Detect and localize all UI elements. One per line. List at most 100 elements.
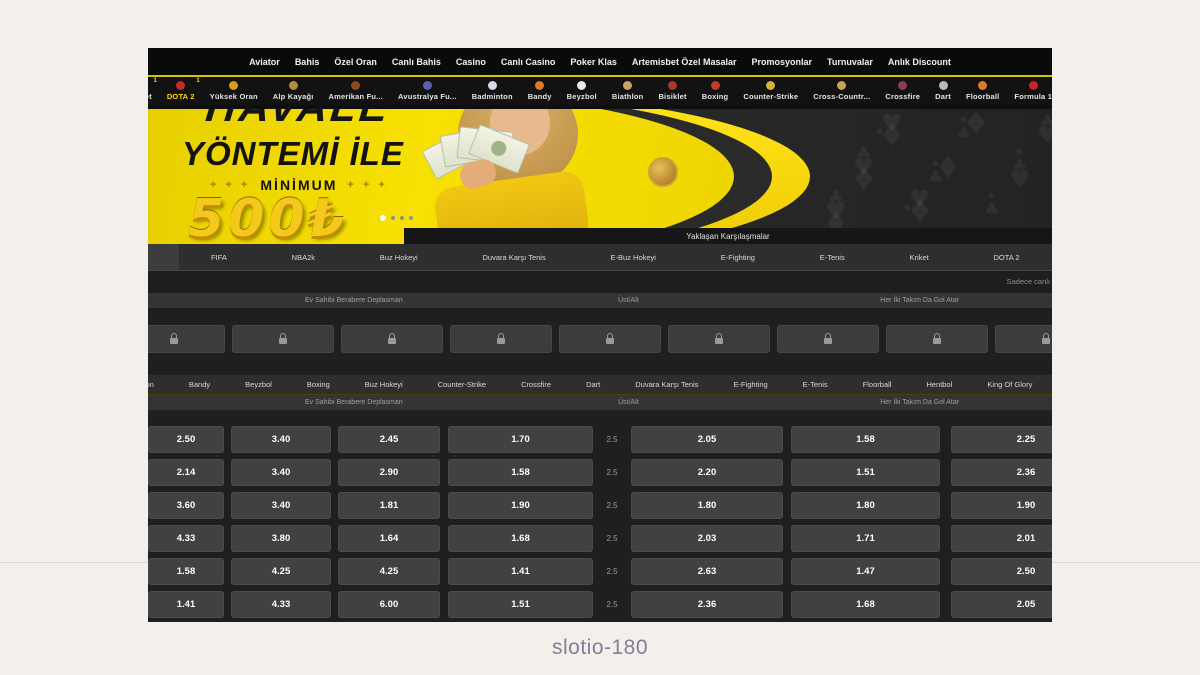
odds-btts-yes[interactable]: 1.68 (791, 591, 940, 618)
carousel-dot-2[interactable] (391, 216, 395, 220)
tab-lower-boxing[interactable]: Boxing (299, 380, 338, 389)
tab-lower-crossfire[interactable]: Crossfire (513, 380, 559, 389)
odds-home[interactable]: 1.58 (148, 558, 224, 585)
odds-away[interactable]: 1.81 (338, 492, 440, 519)
sportsbar-item-bandy[interactable]: Bandy (528, 81, 552, 101)
odds-home[interactable]: 3.60 (148, 492, 224, 519)
odds-draw[interactable]: 3.80 (231, 525, 331, 552)
odds-away[interactable]: 2.45 (338, 426, 440, 453)
tab-lower-dart[interactable]: Dart (578, 380, 608, 389)
odds-over[interactable]: 1.41 (448, 558, 593, 585)
tab-lower-bandy[interactable]: Bandy (181, 380, 218, 389)
odds-btts-no[interactable]: 2.36 (951, 459, 1052, 486)
sportsbar-item-basketball[interactable]: 1Basket (148, 81, 152, 101)
sportsbar-item-floorball[interactable]: Floorball (966, 81, 999, 101)
odds-over[interactable]: 1.51 (448, 591, 593, 618)
sportsbar-item-american-football[interactable]: Amerikan Fu... (329, 81, 383, 101)
tab-lower-counter-strike[interactable]: Counter-Strike (430, 380, 494, 389)
sportsbar-item-aussie-rules[interactable]: Avustralya Fu... (398, 81, 457, 101)
odds-btts-yes[interactable]: 1.47 (791, 558, 940, 585)
tab-upper-e-tenis[interactable]: E-Tenis (787, 253, 877, 262)
tab-upper-buz-hokeyi[interactable]: Buz Hokeyi (347, 253, 450, 262)
locked-odds-cell[interactable] (232, 325, 334, 353)
nav-item-promosyonlar[interactable]: Promosyonlar (751, 57, 812, 67)
sportsbar-item-cross-country[interactable]: Cross-Countr... (813, 81, 870, 101)
odds-draw[interactable]: 3.40 (231, 459, 331, 486)
locked-odds-cell[interactable] (777, 325, 879, 353)
nav-item-aviator[interactable]: Aviator (249, 57, 280, 67)
tab-lower-king-of-glory[interactable]: King Of Glory (979, 380, 1040, 389)
odds-home[interactable]: 1.41 (148, 591, 224, 618)
odds-under[interactable]: 2.05 (631, 426, 783, 453)
nav-item-poker-klas[interactable]: Poker Klas (570, 57, 617, 67)
nav-item-turnuvalar[interactable]: Turnuvalar (827, 57, 873, 67)
sportsbar-item-crossfire[interactable]: Crossfire (885, 81, 920, 101)
sportsbar-item-counter-strike[interactable]: Counter-Strike (743, 81, 798, 101)
odds-away[interactable]: 6.00 (338, 591, 440, 618)
tab-upper-e-fighting[interactable]: E-Fighting (688, 253, 787, 262)
odds-away[interactable]: 4.25 (338, 558, 440, 585)
nav-item--zel-oran[interactable]: Özel Oran (334, 57, 377, 67)
tab-lower-hentbol[interactable]: Hentbol (918, 380, 960, 389)
nav-item-canl-casino[interactable]: Canlı Casino (501, 57, 556, 67)
sportsbar-item-cycling[interactable]: Bisiklet (658, 81, 686, 101)
odds-under[interactable]: 2.20 (631, 459, 783, 486)
tab-upper-nba2k[interactable]: NBA2k (259, 253, 347, 262)
tab-lower-floorball[interactable]: Floorball (855, 380, 900, 389)
odds-btts-no[interactable]: 2.25 (951, 426, 1052, 453)
tab-lower-badminton[interactable]: Badminton (148, 380, 162, 389)
sportsbar-item-high-odds[interactable]: Yüksek Oran (210, 81, 258, 101)
odds-under[interactable]: 2.63 (631, 558, 783, 585)
odds-under[interactable]: 2.03 (631, 525, 783, 552)
odds-draw[interactable]: 3.40 (231, 426, 331, 453)
locked-odds-cell[interactable] (450, 325, 552, 353)
odds-over[interactable]: 1.90 (448, 492, 593, 519)
sportsbar-item-baseball[interactable]: Beyzbol (567, 81, 597, 101)
nav-item-canl-bahis[interactable]: Canlı Bahis (392, 57, 441, 67)
sportsbar-item-badminton[interactable]: Badminton (472, 81, 513, 101)
tab-lower-e-fighting[interactable]: E-Fighting (725, 380, 775, 389)
tab-lower-duvara-kar-tenis[interactable]: Duvara Karşı Tenis (627, 380, 706, 389)
odds-away[interactable]: 2.90 (338, 459, 440, 486)
locked-odds-cell[interactable] (668, 325, 770, 353)
odds-draw[interactable]: 4.25 (231, 558, 331, 585)
tab-upper-dota-2[interactable]: DOTA 2 (961, 253, 1052, 262)
tab-upper-futbol[interactable]: Futbol (148, 244, 179, 270)
sportsbar-item-alpine-ski[interactable]: Alp Kayağı (273, 81, 314, 101)
odds-btts-yes[interactable]: 1.51 (791, 459, 940, 486)
odds-draw[interactable]: 4.33 (231, 591, 331, 618)
odds-btts-no[interactable]: 2.05 (951, 591, 1052, 618)
odds-btts-no[interactable]: 2.50 (951, 558, 1052, 585)
locked-odds-cell[interactable] (886, 325, 988, 353)
odds-under[interactable]: 2.36 (631, 591, 783, 618)
odds-home[interactable]: 2.14 (148, 459, 224, 486)
locked-odds-cell[interactable] (995, 325, 1052, 353)
odds-btts-no[interactable]: 1.90 (951, 492, 1052, 519)
locked-odds-cell[interactable] (559, 325, 661, 353)
odds-home[interactable]: 2.50 (148, 426, 224, 453)
odds-away[interactable]: 1.64 (338, 525, 440, 552)
odds-btts-yes[interactable]: 1.71 (791, 525, 940, 552)
odds-under[interactable]: 1.80 (631, 492, 783, 519)
odds-btts-yes[interactable]: 1.80 (791, 492, 940, 519)
carousel-dot-3[interactable] (400, 216, 404, 220)
sportsbar-item-darts[interactable]: Dart (935, 81, 951, 101)
sportsbar-item-biathlon[interactable]: Biathlon (612, 81, 644, 101)
tab-lower-beyzbol[interactable]: Beyzbol (237, 380, 280, 389)
odds-over[interactable]: 1.58 (448, 459, 593, 486)
nav-item-bahis[interactable]: Bahis (295, 57, 320, 67)
carousel-dot-1[interactable] (380, 215, 386, 221)
tab-lower-e-tenis[interactable]: E-Tenis (795, 380, 836, 389)
nav-item-casino[interactable]: Casino (456, 57, 486, 67)
nav-item-anl-k-discount[interactable]: Anlık Discount (888, 57, 951, 67)
sportsbar-item-formula1[interactable]: Formula 1 (1014, 81, 1052, 101)
nav-item-artemisbet-zel-masalar[interactable]: Artemisbet Özel Masalar (632, 57, 737, 67)
odds-over[interactable]: 1.68 (448, 525, 593, 552)
locked-odds-cell[interactable] (148, 325, 225, 353)
odds-btts-yes[interactable]: 1.58 (791, 426, 940, 453)
locked-odds-cell[interactable] (341, 325, 443, 353)
sportsbar-item-boxing[interactable]: Boxing (702, 81, 729, 101)
odds-btts-no[interactable]: 2.01 (951, 525, 1052, 552)
sportsbar-item-dota2[interactable]: 1DOTA 2 (167, 81, 195, 101)
tab-upper-kriket[interactable]: Kriket (877, 253, 961, 262)
